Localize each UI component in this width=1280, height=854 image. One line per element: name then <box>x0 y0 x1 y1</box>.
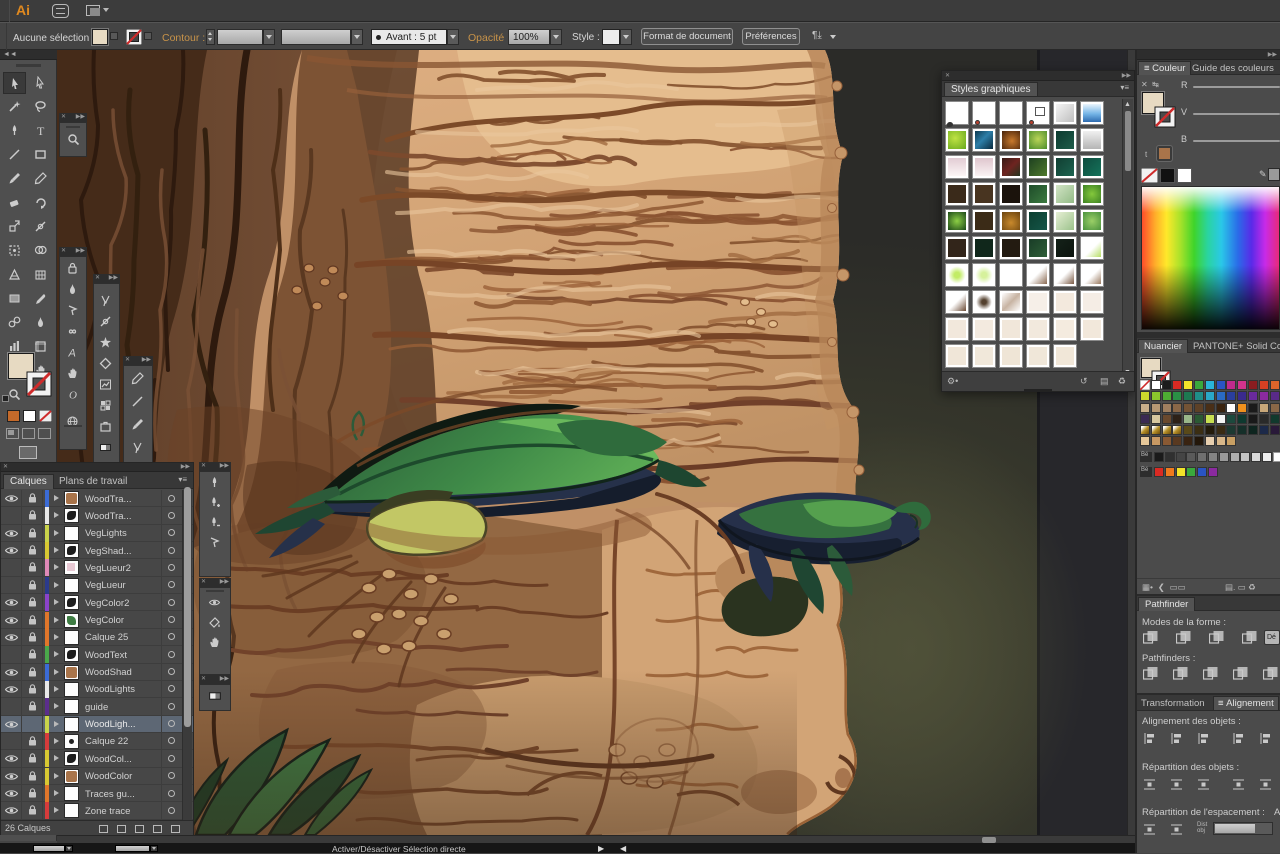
svg-text:A: A <box>68 348 76 360</box>
svg-text:T: T <box>37 124 45 137</box>
svg-text:O: O <box>69 390 77 402</box>
